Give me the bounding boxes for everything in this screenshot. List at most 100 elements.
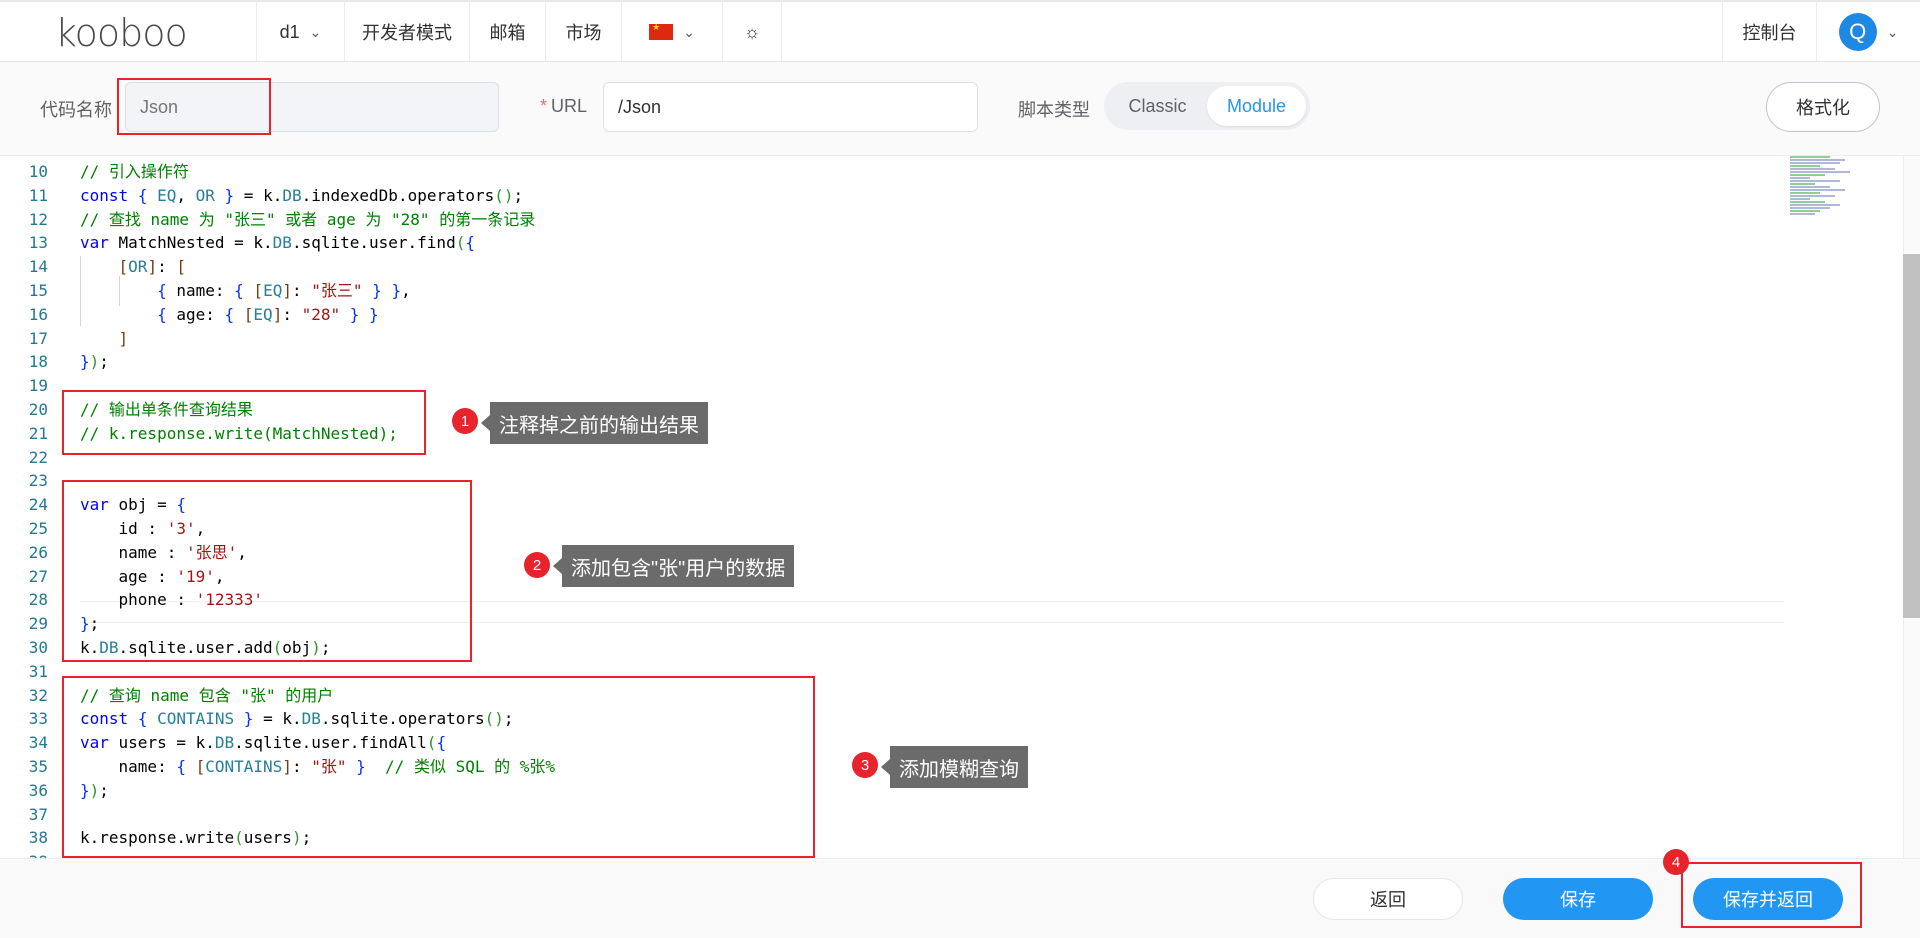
annotation-box-4 [1681,862,1862,928]
minimap-row [1790,207,1830,209]
minimap[interactable] [1790,156,1860,236]
line-number: 38 [28,828,48,848]
code-line[interactable]: 12 // 查找 name 为 "张三" 或者 age 为 "28" 的第一条记录 [0,208,1900,232]
code-text: var MatchNested = k.DB.sqlite.user.find(… [80,233,475,253]
minimap-row [1790,162,1840,164]
code-text: { name: { [EQ]: "张三" } }, [157,281,411,300]
code-line[interactable]: 15 { name: { [EQ]: "张三" } }, [0,279,1900,303]
format-button[interactable]: 格式化 [1766,82,1880,132]
annotation-number-2: 2 [524,552,550,578]
code-line[interactable]: 14 [OR]: [ [0,255,1900,279]
chevron-down-icon: ⌄ [683,23,695,40]
annotation-tip-3: 添加模糊查询 [881,746,1028,788]
line-number: 35 [28,757,48,776]
kooboo-logo[interactable]: kooboo [55,11,188,55]
line-number: 14 [28,257,48,277]
code-line[interactable]: 18}); [0,350,1900,374]
china-flag-icon [649,22,674,40]
code-text: ] [118,328,129,348]
line-number: 37 [28,804,48,824]
nav-dev-mode[interactable]: 开发者模式 [344,2,469,62]
nav-mailbox-label: 邮箱 [489,23,526,43]
annotation-number-1: 1 [452,408,478,434]
line-number: 28 [28,590,48,610]
annotation-number-3: 3 [852,752,878,778]
line-number: 32 [28,685,48,705]
line-number: 39 [0,850,48,858]
minimap-row [1790,192,1820,194]
script-type-toggle: Classic Module [1104,82,1310,130]
line-number: 31 [28,661,48,681]
minimap-row [1790,159,1845,161]
language-selector[interactable]: ⌄ [621,2,722,62]
minimap-row [1790,210,1820,212]
minimap-row [1790,213,1815,215]
line-number: 29 [28,614,48,634]
minimap-row [1790,183,1815,185]
code-settings-bar: 代码名称 *URL /Json 脚本类型 Classic Module 格式化 [0,62,1920,156]
code-line[interactable]: 17 ] [0,327,1900,351]
annotation-box-code-name [117,78,271,135]
line-number: 25 [28,519,48,538]
minimap-row [1790,177,1810,179]
line-number: 34 [28,733,48,753]
url-input[interactable]: /Json [603,82,978,132]
script-type-module[interactable]: Module [1207,86,1306,126]
user-menu[interactable]: Q ⌄ [1816,2,1920,62]
line-number: 27 [28,566,48,586]
annotation-box-3 [62,676,815,858]
line-number: 11 [28,185,48,205]
line-number: 18 [28,352,48,372]
minimap-row [1790,189,1845,191]
code-text: // 查找 name 为 "张三" 或者 age 为 "28" 的第一条记录 [80,209,536,229]
code-line[interactable]: 11 const { EQ, OR } = k.DB.indexedDb.oper… [0,184,1900,208]
editor-scrollbar-thumb[interactable] [1903,254,1920,618]
code-line[interactable]: 13 var MatchNested = k.DB.sqlite.user.fin… [0,231,1900,255]
minimap-row [1790,195,1835,197]
url-label: * URL [540,96,588,116]
minimap-row [1790,168,1835,170]
nav-market[interactable]: 市场 [545,2,621,62]
line-number: 33 [28,709,48,729]
minimap-row [1790,165,1820,167]
line-number: 24 [28,495,48,515]
code-line[interactable]: 10 // 引入操作符 [0,160,1900,184]
line-number: 15 [28,281,48,300]
code-text: // 引入操作符 [80,162,189,181]
nav-market-label: 市场 [565,23,602,43]
script-type-classic[interactable]: Classic [1108,86,1207,126]
chevron-down-icon: ⌄ [1886,23,1899,40]
annotation-box-2 [62,480,472,662]
annotation-box-1 [62,390,426,455]
annotation-tip-1: 注释掉之前的输出结果 [481,402,708,444]
site-name: d1 [279,21,300,42]
line-number: 16 [28,304,48,324]
minimap-row [1790,174,1825,176]
annotation-number-4: 4 [1663,849,1689,875]
nav-mailbox[interactable]: 邮箱 [469,2,545,62]
line-number: 12 [28,209,48,229]
nav-dashboard[interactable]: 控制台 [1722,2,1816,62]
save-button[interactable]: 保存 [1503,878,1653,920]
annotation-tip-2: 添加包含"张"用户的数据 [552,545,795,587]
site-selector[interactable]: d1 ⌄ [256,2,344,62]
sun-icon: ☼ [743,21,761,42]
minimap-row [1790,171,1850,173]
code-text: }); [80,352,109,372]
nav-dev-mode-label: 开发者模式 [362,23,452,43]
code-text: [OR]: [ [118,257,186,277]
script-type-label: 脚本类型 [1018,100,1090,120]
nav-dashboard-label: 控制台 [1742,23,1797,43]
line-number: 17 [28,328,48,348]
code-name-label: 代码名称 [40,100,112,120]
theme-toggle[interactable]: ☼ [722,2,782,62]
line-number: 19 [28,376,48,396]
line-number: 20 [28,400,48,419]
minimap-row [1790,198,1810,200]
minimap-row [1790,186,1830,188]
code-line[interactable]: 16 { age: { [EQ]: "28" } } [0,303,1900,327]
top-navbar: kooboo d1 ⌄ 开发者模式 邮箱 市场 ⌄ ☼ 控制台 Q ⌄ [0,0,1920,62]
back-button[interactable]: 返回 [1313,878,1463,920]
line-number: 26 [28,542,48,562]
code-text: { age: { [EQ]: "28" } } [157,304,379,324]
